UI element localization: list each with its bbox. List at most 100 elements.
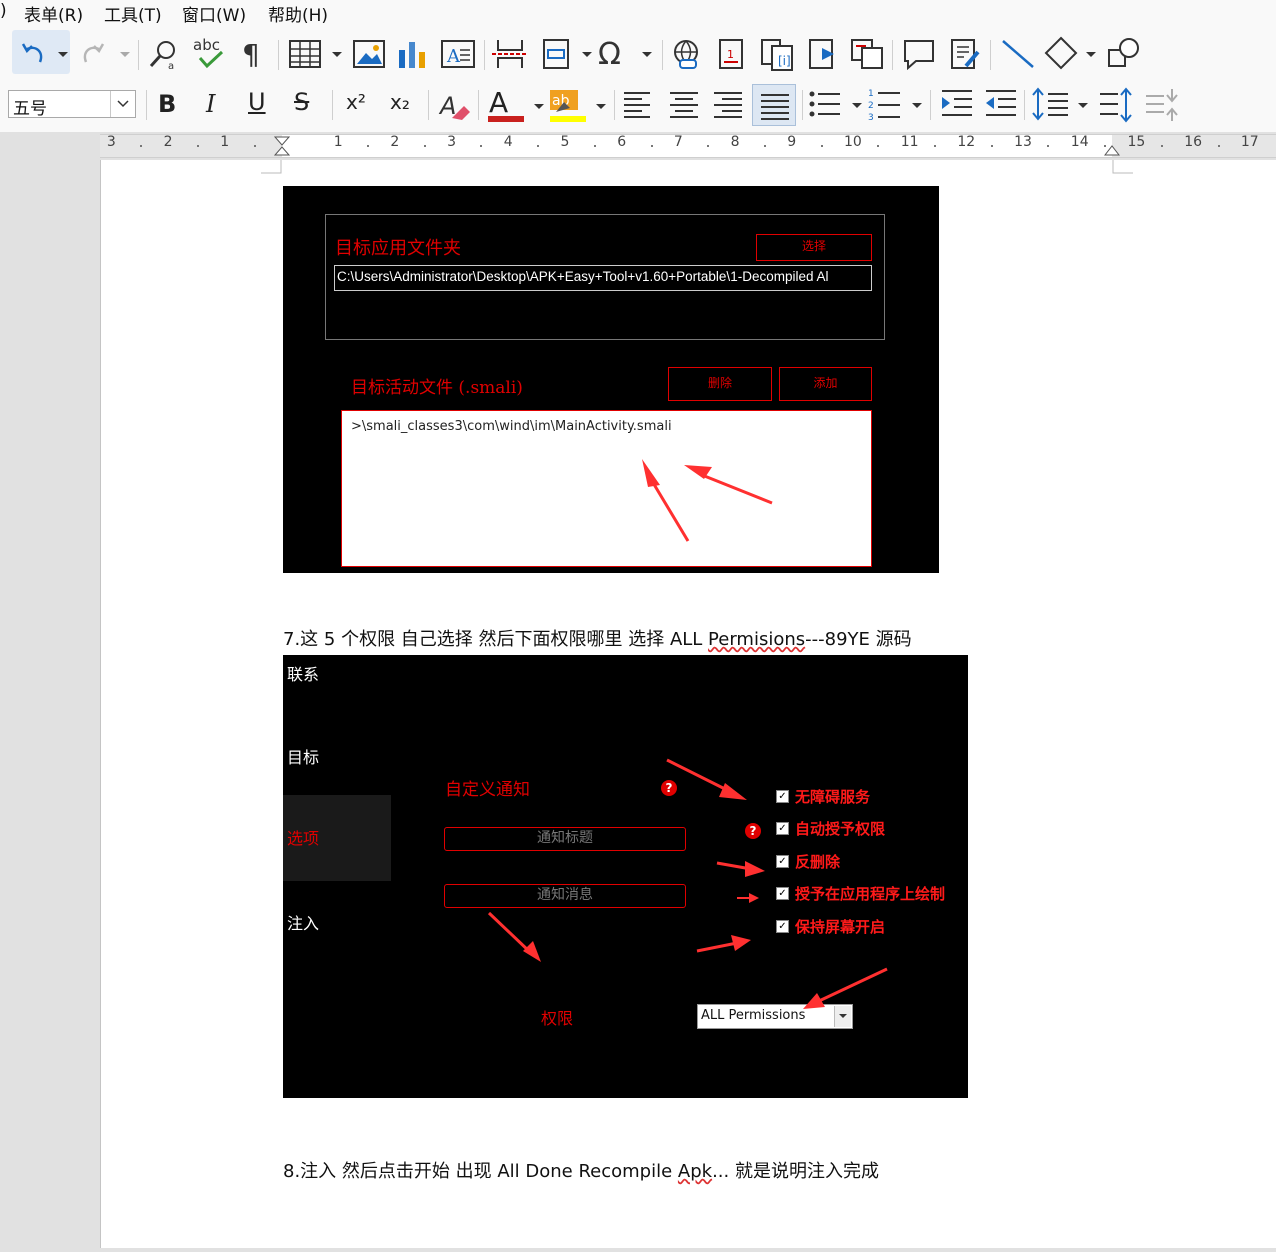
ruler-number: 1 bbox=[333, 134, 343, 150]
annotation-arrows bbox=[642, 459, 773, 542]
svg-text:A: A bbox=[446, 46, 461, 67]
redo-icon[interactable] bbox=[78, 40, 130, 70]
svg-text:1: 1 bbox=[727, 48, 734, 61]
font-size-select[interactable]: 五号 bbox=[8, 90, 136, 119]
svg-text:1: 1 bbox=[868, 89, 874, 99]
ruler-number: 2 bbox=[390, 134, 400, 150]
hyperlink-icon[interactable] bbox=[670, 38, 704, 70]
ruler-tick bbox=[367, 145, 370, 147]
ruler-number: 3 bbox=[106, 134, 116, 150]
track-changes-icon[interactable] bbox=[850, 38, 884, 70]
ruler-tick bbox=[763, 145, 766, 147]
menu-item-window[interactable]: 窗口(W) bbox=[182, 1, 246, 26]
margin-corner-right bbox=[1112, 160, 1133, 174]
highlight-color-icon[interactable]: ab bbox=[548, 86, 608, 124]
cross-reference-icon[interactable]: [i] bbox=[760, 38, 796, 72]
insert-table-icon[interactable] bbox=[288, 38, 344, 70]
edit-document-icon[interactable] bbox=[948, 38, 982, 70]
undo-button[interactable] bbox=[12, 30, 70, 74]
menu-bar: ) 表单(R) 工具(T) 窗口(W) 帮助(H) bbox=[0, 0, 1276, 26]
step-8-suffix: ... 就是说明注入完成 bbox=[712, 1161, 879, 1182]
page-break-icon[interactable] bbox=[492, 38, 528, 70]
select-button[interactable]: 选择 bbox=[756, 234, 872, 261]
menu-item-partial[interactable]: ) bbox=[0, 1, 7, 21]
insert-chart-icon[interactable] bbox=[396, 38, 430, 70]
font-color-icon[interactable]: A bbox=[486, 86, 546, 124]
activity-file-label: 目标活动文件 (.smali) bbox=[351, 378, 523, 398]
chevron-down-icon[interactable] bbox=[110, 91, 135, 117]
ruler-tick bbox=[877, 145, 880, 147]
svg-text:¶: ¶ bbox=[242, 38, 260, 68]
ruler-tick bbox=[593, 145, 596, 147]
svg-text:Ω: Ω bbox=[598, 37, 621, 70]
italic-button[interactable]: I bbox=[206, 90, 215, 118]
footnote-icon[interactable]: 1 bbox=[716, 38, 748, 70]
spellcheck-icon[interactable]: abc bbox=[192, 36, 228, 70]
ruler-number: 11 bbox=[900, 134, 919, 150]
activity-path-item[interactable]: >\smali_classes3\com\wind\im\MainActivit… bbox=[351, 419, 672, 434]
decrease-paragraph-spacing-icon[interactable] bbox=[1144, 86, 1180, 124]
add-button[interactable]: 添加 bbox=[779, 367, 872, 401]
draw-line-icon[interactable] bbox=[1000, 38, 1036, 70]
decrease-indent-icon[interactable] bbox=[984, 88, 1018, 122]
margin-corner-left bbox=[261, 160, 282, 174]
undo-icon bbox=[21, 43, 43, 63]
ruler-number: 3 bbox=[447, 134, 457, 150]
bold-button[interactable]: B bbox=[158, 90, 176, 118]
menu-item-help[interactable]: 帮助(H) bbox=[268, 1, 328, 26]
ruler-number: 6 bbox=[617, 134, 627, 150]
delete-button[interactable]: 删除 bbox=[668, 367, 772, 401]
insert-textbox-icon[interactable]: A bbox=[440, 38, 476, 70]
comment-icon[interactable] bbox=[902, 38, 936, 70]
increase-paragraph-spacing-icon[interactable] bbox=[1098, 86, 1134, 124]
insert-field-icon[interactable] bbox=[540, 38, 594, 70]
activity-file-list[interactable]: >\smali_classes3\com\wind\im\MainActivit… bbox=[341, 410, 872, 567]
folder-path-value: C:\Users\Administrator\Desktop\APK+Easy+… bbox=[337, 269, 829, 284]
align-right-icon[interactable] bbox=[712, 90, 744, 118]
annotation-arrows bbox=[487, 758, 888, 1009]
step-8-misspelled-word: Apk bbox=[677, 1161, 713, 1182]
bookmark-icon[interactable] bbox=[806, 38, 840, 70]
indent-marker-icon[interactable] bbox=[274, 136, 290, 156]
special-character-icon[interactable]: Ω bbox=[598, 36, 654, 70]
folder-path-field[interactable]: C:\Users\Administrator\Desktop\APK+Easy+… bbox=[334, 265, 872, 291]
font-size-value: 五号 bbox=[13, 99, 47, 119]
align-center-icon[interactable] bbox=[668, 90, 700, 118]
menu-item-tools[interactable]: 工具(T) bbox=[104, 1, 162, 26]
superscript-button[interactable]: x² bbox=[346, 90, 366, 114]
clear-formatting-icon[interactable]: A bbox=[438, 88, 472, 122]
step-8-prefix: 8.注入 然后点击开始 出现 All Done Recompile bbox=[283, 1161, 678, 1182]
step-7-suffix: ---89YE 源码 bbox=[805, 629, 912, 650]
increase-indent-icon[interactable] bbox=[940, 88, 974, 122]
svg-text:3: 3 bbox=[868, 113, 874, 123]
formatting-marks-icon[interactable]: ¶ bbox=[240, 38, 266, 68]
justify-button[interactable] bbox=[752, 84, 796, 126]
unordered-list-icon[interactable] bbox=[808, 88, 864, 122]
strikethrough-button[interactable]: S bbox=[294, 88, 309, 116]
basic-shapes-icon[interactable] bbox=[1044, 36, 1100, 70]
ordered-list-icon[interactable]: 1 2 3 bbox=[868, 86, 924, 124]
subscript-button[interactable]: x₂ bbox=[390, 90, 410, 114]
ruler-number: 10 bbox=[844, 134, 862, 150]
underline-button[interactable]: U bbox=[248, 88, 266, 116]
align-left-icon[interactable] bbox=[622, 90, 654, 118]
document-page[interactable]: 目标应用文件夹 选择 C:\Users\Administrator\Deskto… bbox=[100, 160, 1276, 1248]
ruler-number: 5 bbox=[560, 134, 570, 150]
svg-text:a: a bbox=[168, 61, 174, 70]
menu-item-form[interactable]: 表单(R) bbox=[24, 1, 83, 26]
ruler-number: 12 bbox=[957, 134, 976, 150]
draw-functions-icon[interactable] bbox=[1106, 36, 1142, 70]
ruler-number: 17 bbox=[1240, 134, 1259, 150]
find-replace-icon[interactable]: a bbox=[148, 38, 182, 70]
chevron-down-icon[interactable] bbox=[58, 52, 68, 58]
ruler-number: 7 bbox=[673, 134, 683, 150]
right-indent-marker-icon[interactable] bbox=[1104, 144, 1120, 156]
ruler-number: 14 bbox=[1070, 134, 1089, 150]
insert-image-icon[interactable] bbox=[352, 38, 386, 70]
ruler-tick bbox=[480, 145, 483, 147]
line-spacing-icon[interactable] bbox=[1032, 86, 1090, 124]
svg-text:A: A bbox=[438, 92, 456, 120]
ruler-number: 13 bbox=[1014, 134, 1032, 150]
ruler-number: 9 bbox=[787, 134, 797, 150]
ruler-number: 16 bbox=[1184, 134, 1203, 150]
